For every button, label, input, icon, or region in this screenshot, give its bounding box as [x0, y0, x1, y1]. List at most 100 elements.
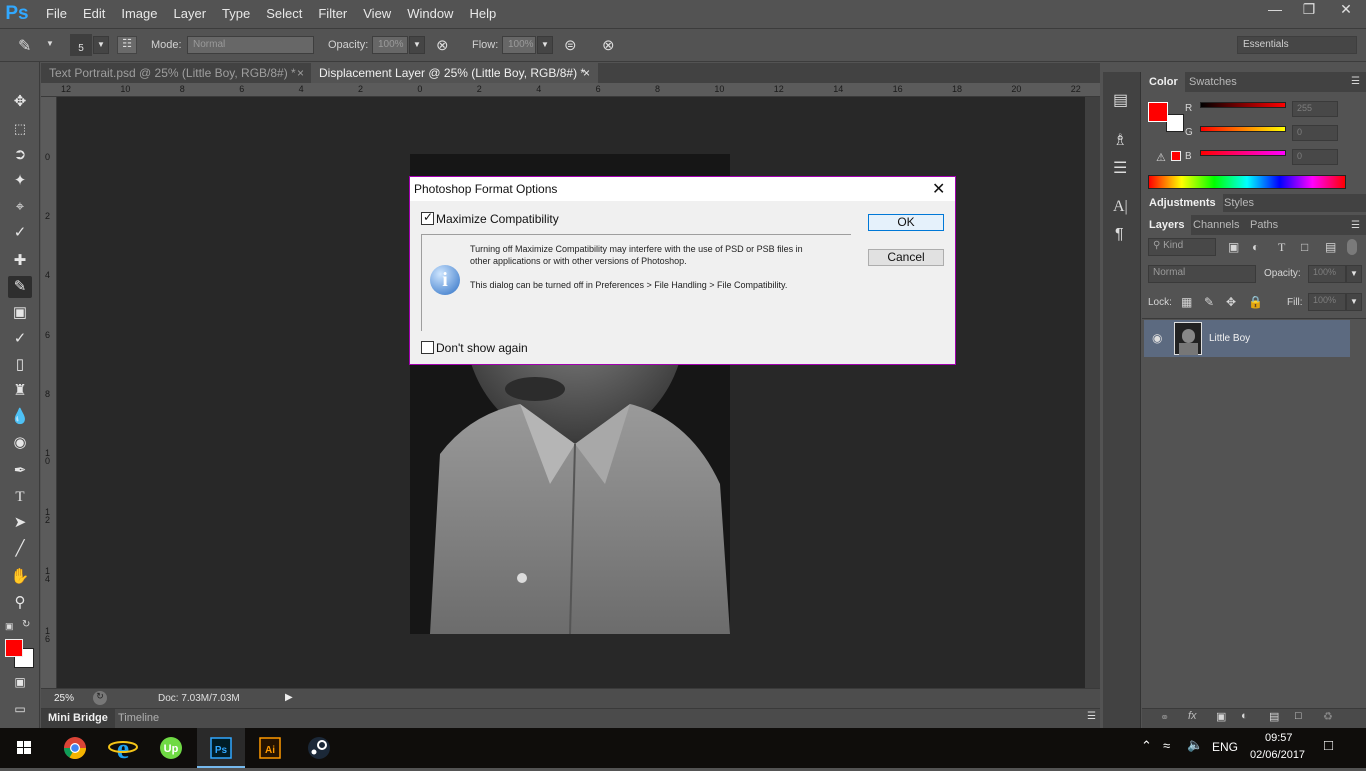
tab-styles[interactable]: Styles [1217, 193, 1261, 213]
opacity-dropdown[interactable]: ▼ [409, 36, 425, 54]
type-tool-icon[interactable]: T [8, 486, 32, 508]
fill-dropdown[interactable]: ▼ [1346, 293, 1362, 311]
new-group-icon[interactable]: ▤ [1269, 710, 1279, 723]
steam-icon[interactable] [295, 728, 343, 768]
tool-presets-panel-icon[interactable]: ☰ [1113, 158, 1127, 178]
filter-pixel-icon[interactable]: ▣ [1228, 240, 1239, 254]
lasso-tool-icon[interactable]: ➲ [8, 144, 32, 166]
blur-tool-icon[interactable]: 💧 [8, 406, 32, 428]
filter-type-icon[interactable]: T [1278, 240, 1285, 255]
opacity-input[interactable]: 100% [372, 36, 408, 54]
filter-shape-icon[interactable]: □ [1301, 240, 1308, 254]
clone-stamp-tool-icon[interactable]: ▣ [8, 302, 32, 324]
clock-date[interactable]: 02/06/2017 [1250, 749, 1305, 761]
menu-layer[interactable]: Layer [166, 0, 215, 28]
tab-timeline[interactable]: Timeline [111, 709, 166, 728]
lock-transparent-icon[interactable]: ▦ [1181, 295, 1192, 309]
layer-opacity-dropdown[interactable]: ▼ [1346, 265, 1362, 283]
brush-picker-dropdown[interactable]: ▼ [93, 36, 109, 54]
flow-dropdown[interactable]: ▼ [537, 36, 553, 54]
tab-color[interactable]: Color [1142, 72, 1185, 92]
layer-blend-mode[interactable]: Normal [1148, 265, 1256, 283]
adjustment-layer-icon[interactable]: ◐ [1241, 710, 1248, 722]
path-selection-tool-icon[interactable]: ➤ [8, 512, 32, 534]
layers-panel-menu-icon[interactable]: ☰ [1351, 220, 1360, 231]
tab-layers[interactable]: Layers [1142, 215, 1192, 235]
gamut-color-chip[interactable] [1171, 151, 1181, 161]
red-slider[interactable] [1200, 102, 1286, 108]
cancel-button[interactable]: Cancel [868, 249, 944, 266]
pressure-opacity-icon[interactable]: ⊗ [436, 36, 449, 54]
layer-name[interactable]: Little Boy [1209, 333, 1250, 344]
minimize-icon[interactable]: — [1258, 0, 1292, 20]
lock-image-icon[interactable]: ✎ [1204, 295, 1214, 309]
status-info-icon[interactable]: ↻ [93, 691, 107, 705]
new-layer-icon[interactable]: □ [1295, 710, 1302, 722]
menu-filter[interactable]: Filter [310, 0, 355, 28]
dodge-tool-icon[interactable]: ◉ [8, 432, 32, 454]
chrome-icon[interactable] [51, 728, 99, 768]
screen-mode-icon[interactable]: ▭ [8, 698, 32, 720]
move-tool-icon[interactable]: ✥ [8, 91, 32, 113]
pen-tool-icon[interactable]: ✒ [8, 460, 32, 482]
layer-mask-icon[interactable]: ▣ [1216, 710, 1226, 723]
color-spectrum[interactable] [1148, 175, 1346, 189]
layer-row[interactable]: ◉ Little Boy [1144, 320, 1350, 357]
panel-menu-icon[interactable]: ☰ [1087, 711, 1096, 722]
wifi-icon[interactable]: ≈ [1163, 738, 1170, 753]
menu-select[interactable]: Select [258, 0, 310, 28]
gamut-warning-icon[interactable]: ⚠ [1156, 151, 1166, 164]
brush-size[interactable]: 5 [70, 34, 92, 56]
menu-help[interactable]: Help [461, 0, 504, 28]
delete-layer-icon[interactable]: ♻ [1323, 710, 1333, 723]
dialog-close-icon[interactable]: ✕ [932, 179, 945, 199]
history-panel-icon[interactable]: ▤ [1113, 90, 1128, 110]
line-tool-icon[interactable]: ╱ [8, 538, 32, 560]
ok-button[interactable]: OK [868, 214, 944, 231]
pressure-size-icon[interactable]: ⊗ [602, 36, 615, 54]
layer-visibility-eye-icon[interactable]: ◉ [1152, 331, 1162, 345]
tab-paths[interactable]: Paths [1243, 215, 1285, 235]
notifications-icon[interactable]: □ [1324, 737, 1333, 754]
healing-brush-tool-icon[interactable]: ✚ [8, 250, 32, 272]
hand-tool-icon[interactable]: ✋ [8, 566, 32, 588]
close-tab-icon[interactable]: × [583, 63, 590, 83]
clock-time[interactable]: 09:57 [1265, 732, 1293, 744]
lock-all-icon[interactable]: 🔒 [1248, 295, 1263, 309]
volume-icon[interactable]: 🔈 [1187, 737, 1203, 753]
tool-preset-dropdown[interactable]: ▼ [46, 39, 54, 48]
red-value[interactable]: 255 [1292, 101, 1338, 117]
flow-input[interactable]: 100% [502, 36, 536, 54]
tab-swatches[interactable]: Swatches [1182, 72, 1244, 92]
brush-tool-icon[interactable]: ✎ [18, 36, 31, 56]
swap-colors-icon[interactable]: ↻ [22, 619, 30, 630]
green-value[interactable]: 0 [1292, 125, 1338, 141]
ie-icon[interactable]: e [99, 728, 147, 768]
foreground-color-chip[interactable] [1148, 102, 1168, 122]
maximize-compatibility-checkbox[interactable]: ✓ [421, 210, 434, 225]
character-panel-icon[interactable]: A| [1113, 198, 1128, 216]
zoom-tool-icon[interactable]: ⚲ [8, 592, 32, 614]
zoom-level[interactable]: 25% [54, 693, 74, 704]
dont-show-again-checkbox[interactable] [421, 341, 434, 354]
tab-text-portrait[interactable]: Text Portrait.psd @ 25% (Little Boy, RGB… [41, 63, 310, 83]
menu-window[interactable]: Window [399, 0, 461, 28]
menu-file[interactable]: File [38, 0, 75, 28]
layer-opacity-input[interactable]: 100% [1308, 265, 1346, 283]
tab-adjustments[interactable]: Adjustments [1142, 193, 1223, 213]
default-colors-icon[interactable]: ▣ [5, 621, 14, 632]
crop-tool-icon[interactable]: ⌖ [8, 196, 32, 218]
quick-mask-icon[interactable]: ▣ [8, 671, 32, 693]
brush-presets-panel-icon[interactable]: ♗ [1113, 130, 1127, 150]
maximize-compatibility-label[interactable]: Maximize Compatibility [436, 212, 559, 226]
paint-bucket-tool-icon[interactable]: ♜ [8, 380, 32, 402]
start-button[interactable] [0, 728, 48, 768]
paragraph-panel-icon[interactable]: ¶ [1115, 226, 1124, 244]
layer-filter-kind[interactable]: ⚲ Kind [1148, 238, 1216, 256]
brush-panel-toggle-icon[interactable]: ☷ [117, 36, 137, 54]
background-color-chip[interactable] [1166, 114, 1184, 132]
filter-smart-object-icon[interactable]: ▤ [1325, 240, 1336, 254]
close-icon[interactable]: ✕ [1326, 0, 1366, 20]
menu-image[interactable]: Image [113, 0, 165, 28]
foreground-color-swatch[interactable] [5, 639, 23, 657]
